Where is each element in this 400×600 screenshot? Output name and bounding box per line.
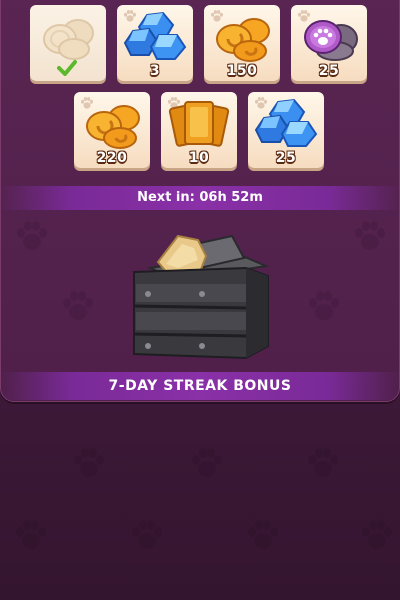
paw-icon xyxy=(192,448,222,477)
reward-quantity: 25 xyxy=(318,63,340,79)
paw-icon xyxy=(132,520,162,549)
reward-tile-day3[interactable]: 150 xyxy=(204,5,280,81)
paw-token-icon xyxy=(304,20,358,61)
reward-tile-day4[interactable]: 25 xyxy=(291,5,367,81)
reward-tile-day5[interactable]: 220 xyxy=(74,92,150,168)
next-reward-timer: Next in: 06h 52m xyxy=(0,186,400,210)
cards-icon xyxy=(168,101,230,147)
coins-icon xyxy=(86,105,140,149)
reward-tile-day6[interactable]: 10 xyxy=(161,92,237,168)
coins-icon xyxy=(216,18,270,62)
gems-icon xyxy=(123,11,187,60)
paw-icon xyxy=(74,448,104,477)
paw-icon xyxy=(16,520,46,549)
reward-tile-day2[interactable]: 3 xyxy=(117,5,193,81)
reward-quantity: 150 xyxy=(226,63,258,79)
reward-tile-day7[interactable]: 25 xyxy=(248,92,324,168)
paw-icon xyxy=(308,448,338,477)
paw-icon xyxy=(355,221,385,250)
paw-icon xyxy=(17,221,47,250)
reward-quantity: 220 xyxy=(96,150,128,166)
streak-bonus-title: 7-DAY STREAK BONUS xyxy=(0,372,400,400)
reward-quantity: 25 xyxy=(275,150,297,166)
coins-icon xyxy=(43,19,94,60)
checkmark-icon xyxy=(57,60,77,76)
paw-icon xyxy=(248,520,278,549)
chest-icon[interactable] xyxy=(128,228,274,364)
paw-icon xyxy=(362,520,392,549)
reward-quantity: 3 xyxy=(149,63,161,79)
reward-tile-day1[interactable] xyxy=(30,5,106,81)
paw-icon xyxy=(63,291,93,320)
gems-icon xyxy=(254,98,318,147)
reward-quantity: 10 xyxy=(188,150,210,166)
paw-icon xyxy=(309,291,339,320)
